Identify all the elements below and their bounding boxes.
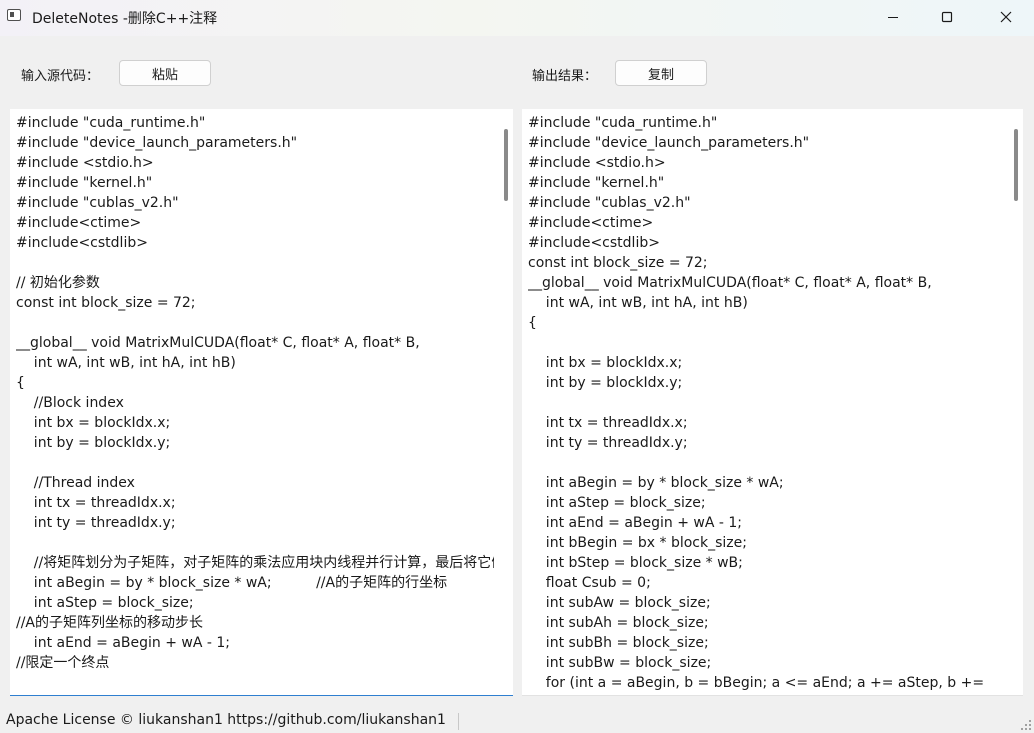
- code-line: int tx = threadIdx.x;: [16, 495, 176, 511]
- code-line: int bStep = block_size * wB;: [528, 555, 743, 571]
- code-line: int subAw = block_size;: [528, 595, 711, 611]
- resize-grip-icon[interactable]: [1021, 720, 1031, 730]
- code-line: //限定一个终点: [16, 655, 110, 671]
- app-window-icon: [7, 9, 21, 21]
- minimize-icon: [888, 17, 898, 18]
- code-line: float Csub = 0;: [528, 575, 651, 591]
- maximize-button[interactable]: [924, 0, 970, 34]
- code-line: int subAh = block_size;: [528, 615, 709, 631]
- code-line: #include<cstdlib>: [528, 235, 660, 251]
- code-line: {: [528, 315, 537, 331]
- code-line: int tx = threadIdx.x;: [528, 415, 688, 431]
- copy-button[interactable]: 复制: [615, 60, 707, 86]
- input-source-label: 输入源代码：: [21, 69, 100, 84]
- code-line: int aEnd = aBegin + wA - 1;: [528, 515, 742, 531]
- code-line: int ty = threadIdx.y;: [16, 515, 176, 531]
- output-result-label: 输出结果：: [532, 69, 598, 84]
- code-line: //将矩阵划分为子矩阵，对子矩阵的乘法应用块内线程并行计算，最后将它们的值相加得…: [33, 555, 494, 571]
- code-line: int subBh = block_size;: [528, 635, 709, 651]
- code-line: #include "cublas_v2.h": [16, 195, 179, 211]
- code-line: int aStep = block_size;: [528, 495, 706, 511]
- code-line: int by = blockIdx.y;: [16, 435, 171, 451]
- code-line: #include "device_launch_parameters.h": [528, 135, 810, 151]
- code-line: int subBw = block_size;: [528, 655, 712, 671]
- status-bar: Apache License © liukanshan1 https://git…: [0, 710, 1034, 733]
- code-line: int by = blockIdx.y;: [528, 375, 683, 391]
- paste-button[interactable]: 粘贴: [119, 60, 211, 86]
- output-code-editor[interactable]: #include "cuda_runtime.h" #include "devic…: [522, 109, 1023, 696]
- code-line: int bBegin = bx * block_size;: [528, 535, 747, 551]
- window-title: DeleteNotes -删除C++注释: [32, 11, 218, 27]
- code-line: int aStep = block_size;: [16, 595, 194, 611]
- minimize-button[interactable]: [870, 0, 916, 34]
- code-line: {: [16, 375, 25, 391]
- code-line: __global__ void MatrixMulCUDA(float* C, …: [16, 335, 420, 351]
- code-line: int aBegin = by * block_size * wA; //A的子…: [16, 575, 448, 591]
- output-scrollbar[interactable]: [1009, 109, 1023, 695]
- code-line: #include "kernel.h": [528, 175, 665, 191]
- code-line: int wA, int wB, int hA, int hB): [528, 295, 748, 311]
- code-line: //A的子矩阵列坐标的移动步长: [16, 615, 204, 631]
- code-line: int bx = blockIdx.x;: [16, 415, 171, 431]
- code-line: int wA, int wB, int hA, int hB): [16, 355, 236, 371]
- code-line: const int block_size = 72;: [16, 295, 196, 311]
- source-scrollbar[interactable]: [499, 109, 513, 695]
- status-divider: [458, 713, 459, 730]
- close-icon: [1000, 11, 1012, 23]
- close-button[interactable]: [983, 0, 1029, 34]
- code-line: const int block_size = 72;: [528, 255, 708, 271]
- code-line: #include "cuda_runtime.h": [16, 115, 206, 131]
- code-line: #include "cuda_runtime.h": [528, 115, 718, 131]
- source-code-editor[interactable]: #include "cuda_runtime.h" #include "devic…: [10, 109, 513, 696]
- title-bar: DeleteNotes -删除C++注释: [0, 0, 1034, 36]
- code-line: int aBegin = by * block_size * wA;: [528, 475, 784, 491]
- code-line: __global__ void MatrixMulCUDA(float* C, …: [528, 275, 932, 291]
- output-code-text: #include "cuda_runtime.h" #include "devic…: [528, 113, 1006, 693]
- code-line: #include "kernel.h": [16, 175, 153, 191]
- license-text: Apache License © liukanshan1 https://git…: [6, 712, 446, 728]
- code-line: #include<ctime>: [16, 215, 142, 231]
- code-line: // 初始化参数: [16, 275, 100, 291]
- code-line: int aEnd = aBegin + wA - 1;: [16, 635, 230, 651]
- code-line: int ty = threadIdx.y;: [528, 435, 688, 451]
- code-line: #include <stdio.h>: [16, 155, 154, 171]
- code-line: //Thread index: [16, 475, 135, 491]
- code-line: //Block index: [16, 395, 124, 411]
- code-line: #include<ctime>: [528, 215, 654, 231]
- code-line: #include "cublas_v2.h": [528, 195, 691, 211]
- code-line: #include<cstdlib>: [16, 235, 148, 251]
- source-code-text: #include "cuda_runtime.h" #include "devic…: [16, 113, 494, 673]
- code-line: #include "device_launch_parameters.h": [16, 135, 298, 151]
- code-line: #include <stdio.h>: [528, 155, 666, 171]
- maximize-icon: [941, 11, 953, 23]
- code-line: for (int a = aBegin, b = bBegin; a <= aE…: [528, 675, 989, 691]
- code-line: int bx = blockIdx.x;: [528, 355, 683, 371]
- output-scrollbar-thumb[interactable]: [1014, 129, 1018, 201]
- source-scrollbar-thumb[interactable]: [504, 129, 508, 201]
